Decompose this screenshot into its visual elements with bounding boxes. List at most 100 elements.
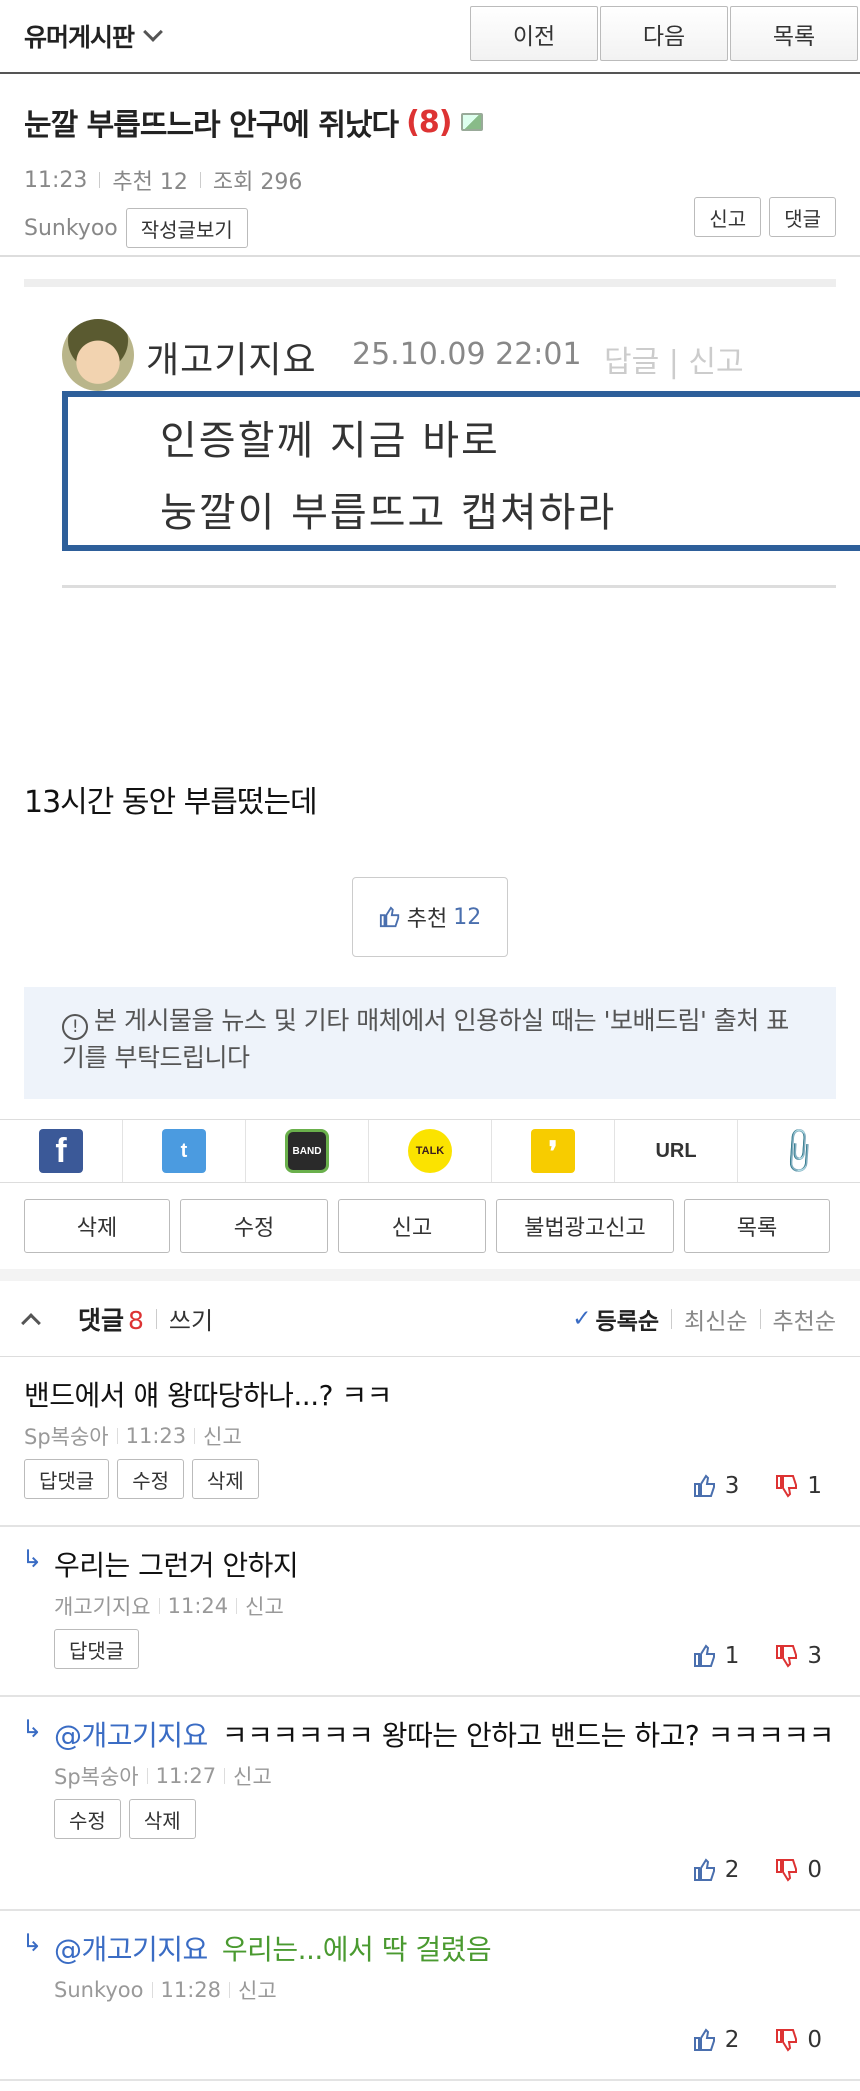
delete-comment-button[interactable]: 삭제 [192, 1459, 259, 1499]
mention-link[interactable]: @개고기지요 [54, 1719, 208, 1752]
delete-button[interactable]: 삭제 [24, 1199, 170, 1253]
capture-actions: 답글 | 신고 [604, 345, 744, 380]
prev-button[interactable]: 이전 [470, 6, 598, 61]
image-icon [461, 113, 484, 131]
reply-comment-button[interactable]: 답댓글 [24, 1459, 110, 1499]
divider [155, 1308, 157, 1329]
kakaotalk-icon: TALK [408, 1129, 452, 1173]
edit-comment-button[interactable]: 수정 [117, 1459, 185, 1499]
comment-report-link[interactable]: 신고 [245, 1591, 284, 1621]
comments-label: 댓글 8 [78, 1305, 144, 1335]
divider [759, 1308, 761, 1329]
comment-time: 11:28 [160, 1978, 222, 2002]
post-time: 11:23 [24, 167, 88, 193]
recommend-button[interactable]: 추천 12 [352, 877, 508, 957]
edit-button[interactable]: 수정 [180, 1199, 328, 1253]
recommend-wrap: 추천 12 [24, 877, 836, 957]
reply-arrow-icon: ↳ [22, 1715, 43, 1743]
post-meta: 11:23 추천 12 조회 296 [24, 164, 836, 196]
comment-votes: 1 3 [657, 1643, 822, 1669]
comment-author[interactable]: 개고기지요 [54, 1591, 151, 1621]
view-posts-button[interactable]: 작성글보기 [125, 208, 248, 248]
comment-item: ↳ @개고기지요 우리는...에서 딱 걸렸음 Sunkyoo 11:28 신고 … [0, 1911, 860, 2081]
share-url[interactable]: URL [615, 1120, 738, 1182]
reply-comment-button[interactable]: 답댓글 [54, 1629, 140, 1669]
twitter-icon: t [162, 1129, 206, 1173]
comment-sort: ✓ 등록순 최신순 추천순 [572, 1302, 836, 1336]
divider [99, 172, 101, 188]
sort-registered[interactable]: 등록순 [596, 1302, 659, 1336]
facebook-icon: f [39, 1129, 83, 1173]
mention-link[interactable]: @개고기지요 [54, 1933, 208, 1966]
capture-quote: 인증할께 지금 바로 눙깔이 부릅뜨고 캡쳐하라 [62, 391, 860, 551]
share-kakaotalk[interactable]: TALK [369, 1120, 492, 1182]
comment-report-link[interactable]: 신고 [238, 1975, 277, 2005]
post-views: 조회 296 [212, 170, 303, 195]
check-icon: ✓ [572, 1305, 592, 1332]
downvote-count: 0 [807, 1857, 822, 1883]
comment-text: @개고기지요 ㅋㅋㅋㅋㅋㅋ 왕따는 안하고 밴드는 하고? ㅋㅋㅋㅋㅋ [54, 1719, 834, 1752]
illegal-ad-report-button[interactable]: 불법광고신고 [496, 1199, 674, 1253]
write-comment-link[interactable]: 쓰기 [169, 1301, 213, 1336]
next-button[interactable]: 다음 [600, 6, 728, 61]
capture-date: 25.10.09 22:01 [352, 337, 582, 372]
comment-author[interactable]: Sp복숭아 [54, 1761, 139, 1791]
list-button[interactable]: 목록 [730, 6, 858, 61]
edit-comment-button[interactable]: 수정 [54, 1799, 121, 1839]
reply-button[interactable]: 댓글 [769, 197, 836, 237]
share-band[interactable]: BAND [246, 1120, 369, 1182]
sort-latest[interactable]: 최신순 [684, 1302, 747, 1336]
post-content: 개고기지요 25.10.09 22:01 답글 | 신고 인증할께 지금 바로 … [0, 279, 860, 1099]
capture-username: 개고기지요 [146, 340, 317, 381]
divider [671, 1308, 673, 1329]
comment-author[interactable]: Sp복숭아 [24, 1421, 109, 1451]
thumbs-down-icon [776, 2029, 798, 2052]
sort-recommended[interactable]: 추천순 [773, 1302, 836, 1336]
thumbs-down-icon [776, 1475, 798, 1498]
comment-time: 11:24 [167, 1594, 229, 1618]
comment-votes: 2 0 [657, 1857, 822, 1883]
post-action-row: 삭제 수정 신고 불법광고신고 목록 [0, 1183, 860, 1281]
thumbs-up-icon [693, 1858, 715, 1881]
comment-time: 11:23 [125, 1424, 187, 1448]
collapse-icon[interactable] [21, 1312, 41, 1333]
citation-notice: ! 본 게시물을 뉴스 및 기타 매체에서 인용하실 때는 '보배드림' 출처 표… [24, 987, 836, 1099]
post-author[interactable]: Sunkyoo [24, 216, 118, 241]
capture-line-2: 눙깔이 부릅뜨고 캡쳐하라 [160, 490, 617, 536]
divider [62, 585, 836, 588]
downvote-button[interactable]: 0 [775, 2027, 822, 2053]
comment-text: 밴드에서 얘 왕따당하나...? ㅋㅋ [24, 1379, 392, 1412]
top-bar: 유머게시판 이전 다음 목록 [0, 0, 860, 74]
nav-buttons: 이전 다음 목록 [470, 6, 860, 61]
list-button[interactable]: 목록 [684, 1199, 830, 1253]
report-button[interactable]: 신고 [694, 197, 762, 237]
comment-meta: Sp복숭아 11:23 신고 [24, 1421, 836, 1451]
comment-report-link[interactable]: 신고 [233, 1761, 272, 1791]
upvote-button[interactable]: 1 [693, 1643, 739, 1669]
upvote-button[interactable]: 3 [693, 1473, 740, 1499]
share-kakaostory[interactable]: ❜ [492, 1120, 615, 1182]
downvote-count: 3 [807, 1643, 822, 1669]
downvote-button[interactable]: 3 [775, 1643, 822, 1669]
board-title: 유머게시판 [24, 23, 135, 52]
upvote-count: 3 [724, 1473, 740, 1499]
board-selector[interactable]: 유머게시판 [24, 18, 163, 54]
comment-votes: 2 0 [657, 2027, 822, 2053]
capture-line-1: 인증할께 지금 바로 [160, 418, 500, 464]
delete-comment-button[interactable]: 삭제 [128, 1799, 196, 1839]
upvote-button[interactable]: 2 [693, 2027, 739, 2053]
upvote-button[interactable]: 2 [693, 1857, 739, 1883]
downvote-button[interactable]: 1 [775, 1473, 822, 1499]
post-comment-count[interactable]: (8) [406, 105, 452, 140]
share-facebook[interactable]: f [0, 1120, 123, 1182]
report-button[interactable]: 신고 [338, 1199, 486, 1253]
comment-report-link[interactable]: 신고 [203, 1421, 242, 1451]
post-actions: 신고 댓글 [686, 197, 836, 237]
comment-item: ↳ @개고기지요 ㅋㅋㅋㅋㅋㅋ 왕따는 안하고 밴드는 하고? ㅋㅋㅋㅋㅋ Sp복… [0, 1697, 860, 1911]
share-clip[interactable]: 📎 [738, 1120, 860, 1182]
comment-item: 밴드에서 얘 왕따당하나...? ㅋㅋ Sp복숭아 11:23 신고 답댓글 수… [0, 1357, 860, 1527]
downvote-button[interactable]: 0 [775, 1857, 822, 1883]
comment-author[interactable]: Sunkyoo [54, 1978, 144, 2002]
comment-text: @개고기지요 우리는...에서 딱 걸렸음 [54, 1933, 492, 1966]
share-twitter[interactable]: t [123, 1120, 246, 1182]
